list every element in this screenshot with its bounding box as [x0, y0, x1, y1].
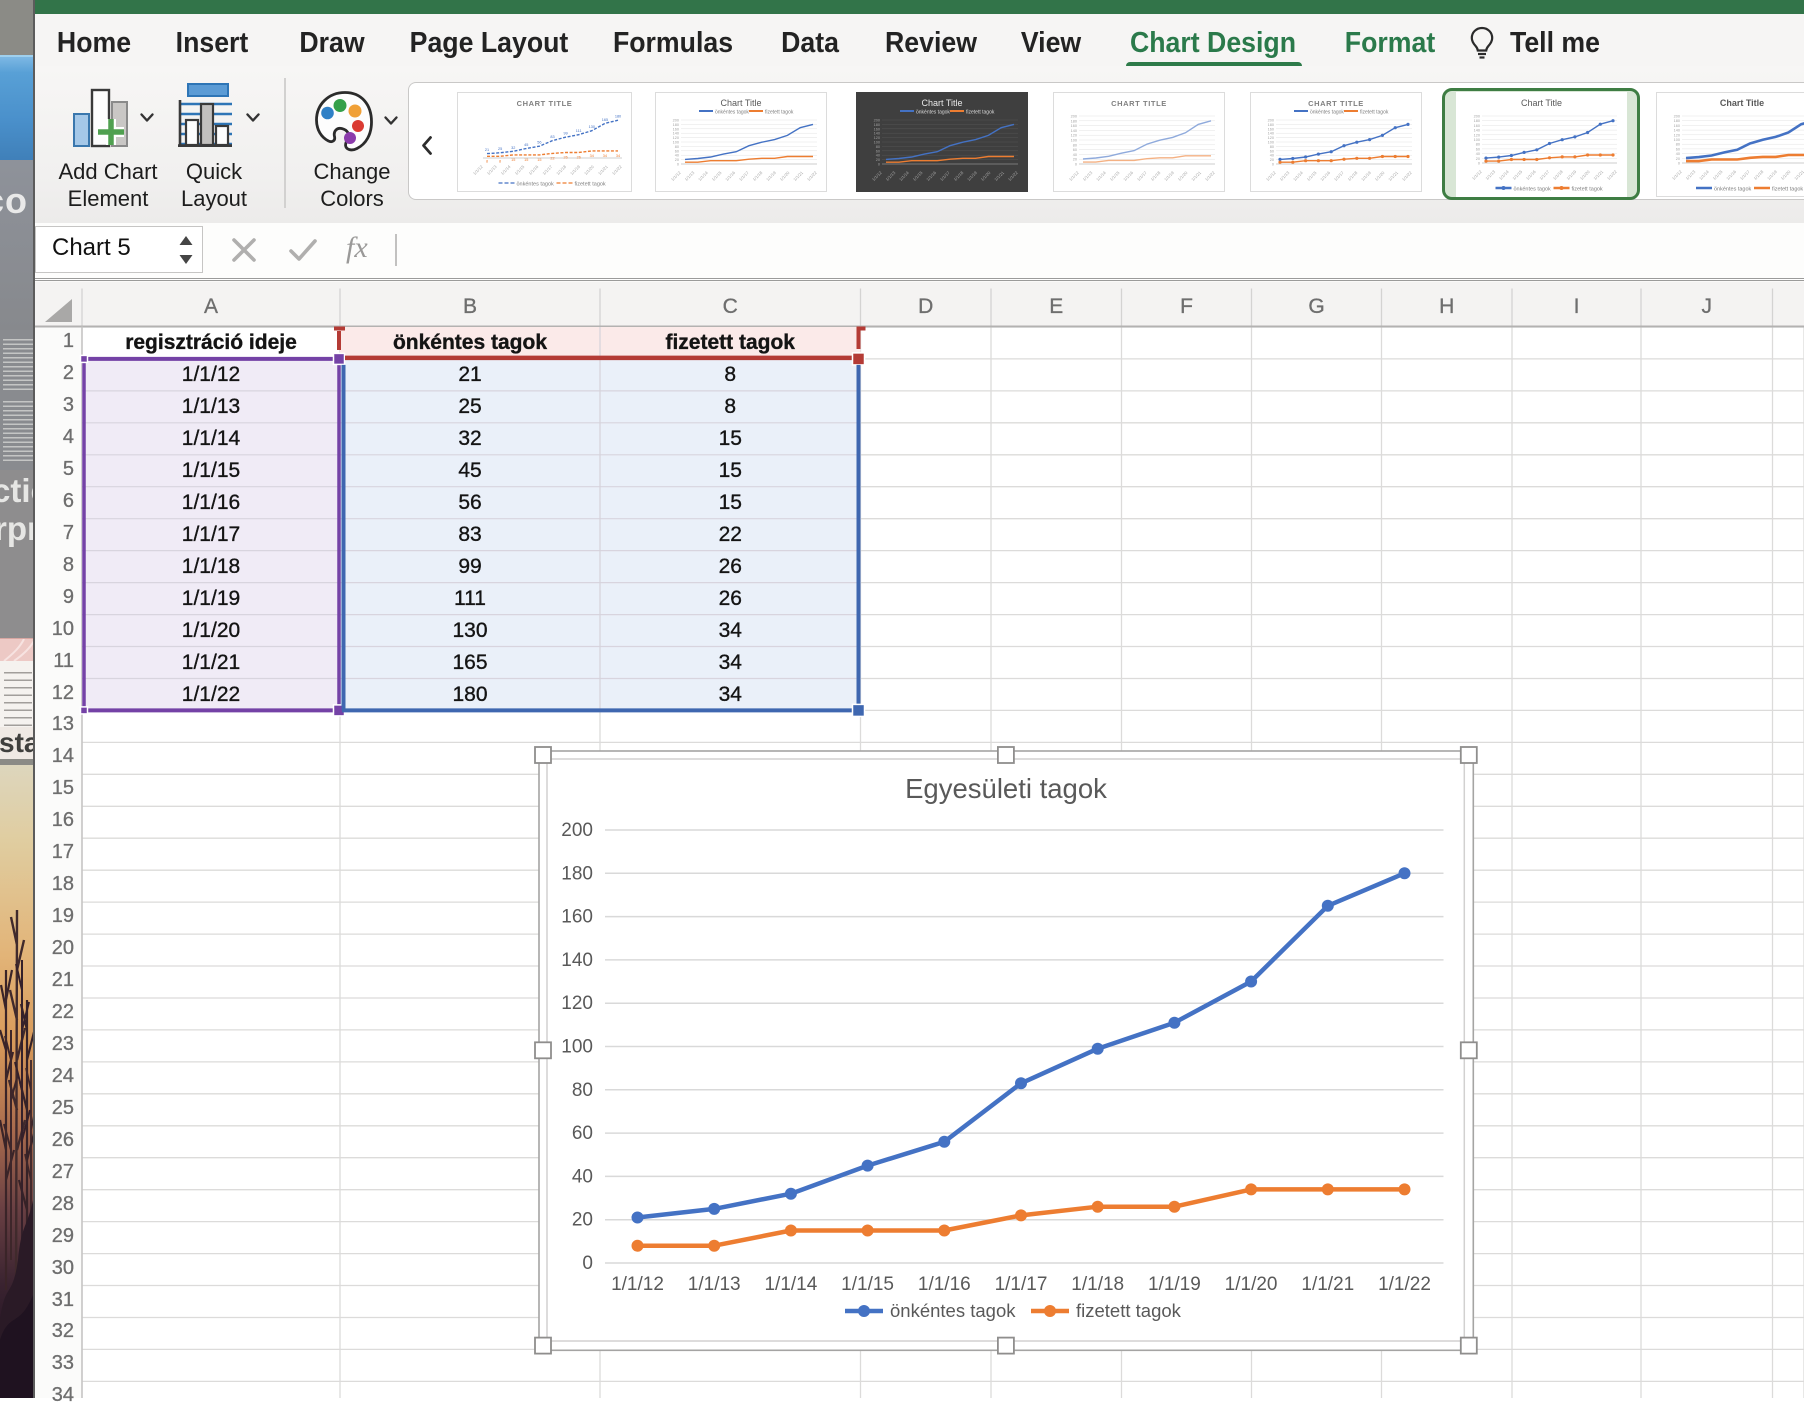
svg-text:60: 60	[572, 1123, 593, 1144]
svg-text:80: 80	[572, 1080, 593, 1101]
svg-text:1/1/22: 1/1/22	[1378, 1274, 1431, 1295]
svg-text:Egyesületi tagok: Egyesületi tagok	[905, 773, 1107, 804]
svg-text:1/1/20: 1/1/20	[1225, 1274, 1278, 1295]
svg-text:1/1/19: 1/1/19	[1148, 1274, 1201, 1295]
svg-text:180: 180	[561, 863, 593, 884]
svg-text:1/1/14: 1/1/14	[764, 1274, 817, 1295]
svg-text:120: 120	[561, 993, 593, 1014]
svg-text:1/1/18: 1/1/18	[1071, 1274, 1124, 1295]
svg-text:fizetett tagok: fizetett tagok	[1076, 1300, 1182, 1321]
svg-text:1/1/21: 1/1/21	[1301, 1274, 1354, 1295]
svg-text:1/1/17: 1/1/17	[995, 1274, 1048, 1295]
svg-text:40: 40	[572, 1166, 593, 1187]
svg-text:140: 140	[561, 950, 593, 971]
svg-text:önkéntes tagok: önkéntes tagok	[890, 1300, 1016, 1321]
svg-text:20: 20	[572, 1210, 593, 1231]
svg-text:160: 160	[561, 907, 593, 928]
svg-text:200: 200	[561, 820, 593, 841]
svg-text:1/1/15: 1/1/15	[841, 1274, 894, 1295]
svg-text:1/1/12: 1/1/12	[611, 1274, 664, 1295]
svg-text:1/1/16: 1/1/16	[918, 1274, 971, 1295]
svg-text:100: 100	[561, 1037, 593, 1058]
svg-text:1/1/13: 1/1/13	[688, 1274, 741, 1295]
svg-text:0: 0	[582, 1253, 593, 1274]
